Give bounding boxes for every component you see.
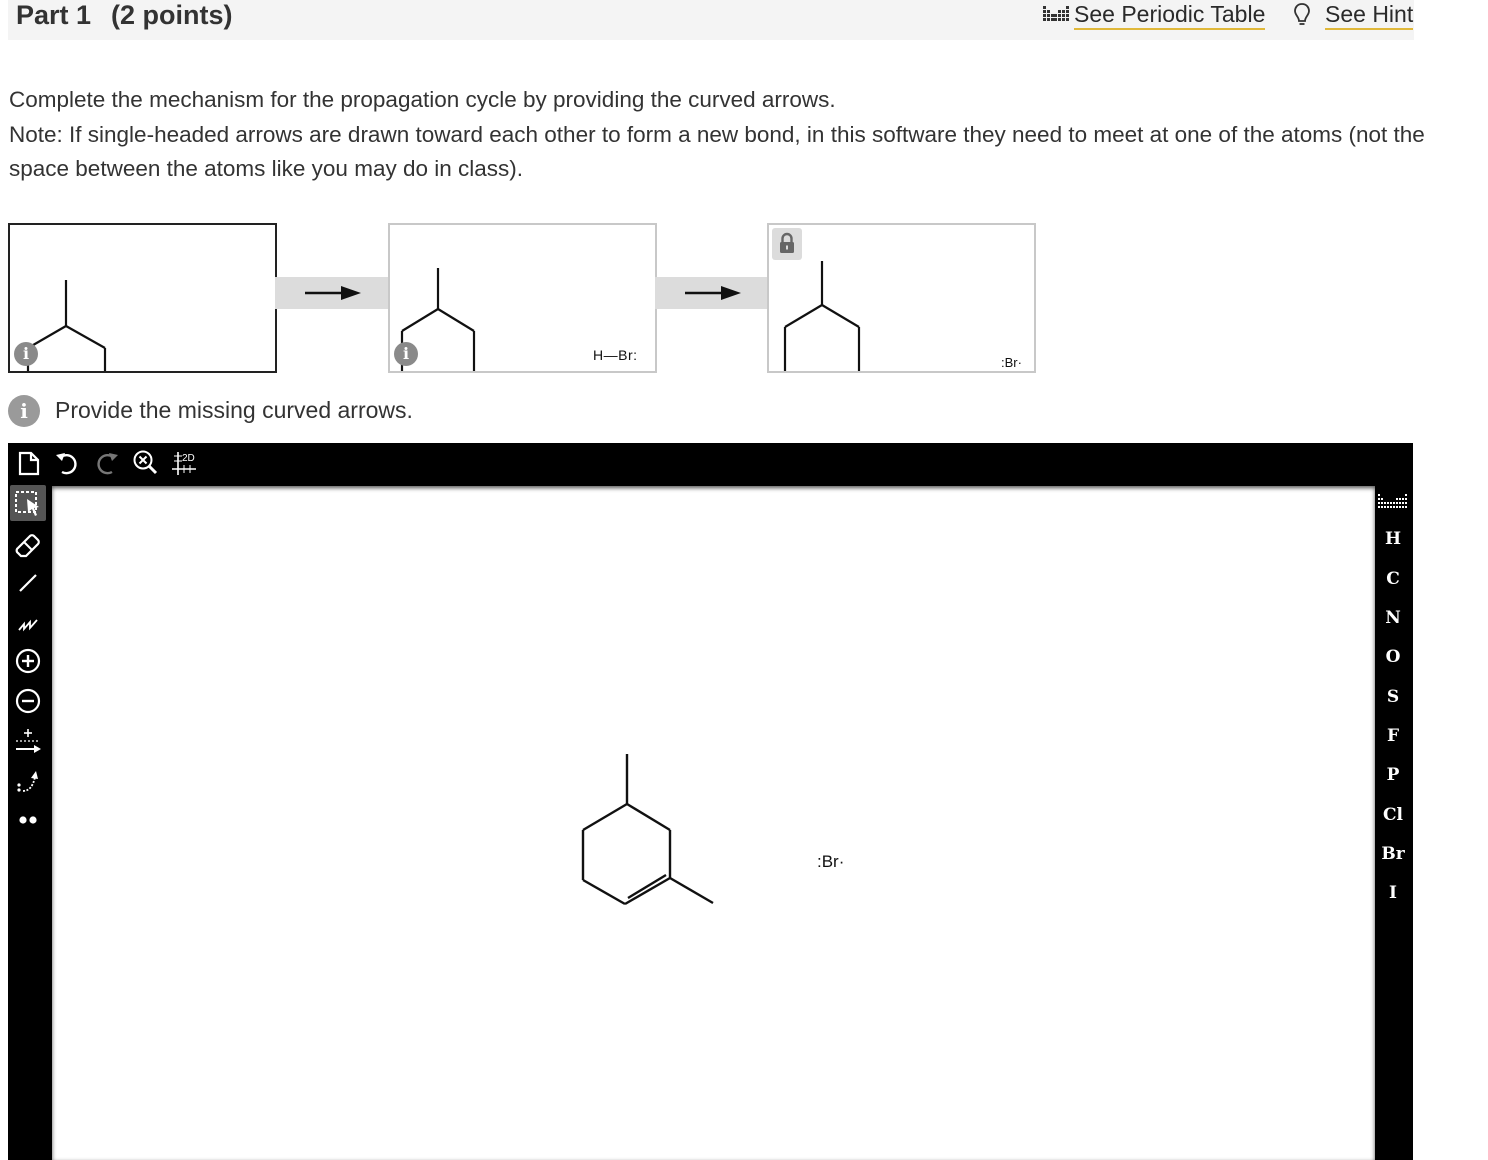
- drawing-canvas[interactable]: :Br·: [52, 486, 1375, 1160]
- part-label: Part 1: [16, 0, 92, 30]
- positive-charge-tool[interactable]: [10, 643, 46, 679]
- element-o[interactable]: O: [1375, 642, 1411, 672]
- step-3-structure: [783, 261, 861, 371]
- lightbulb-icon[interactable]: [1293, 2, 1311, 33]
- chain-icon: [18, 619, 38, 632]
- element-cl[interactable]: Cl: [1375, 800, 1411, 830]
- element-h[interactable]: H: [1375, 524, 1411, 554]
- part-title: Part 1 (2 points): [16, 0, 233, 30]
- redo-icon: [97, 453, 118, 475]
- lock-icon: [772, 228, 802, 260]
- instruction-note: Note: If single-headed arrows are drawn …: [9, 121, 1425, 182]
- info-icon: i: [8, 395, 40, 427]
- electron-arrow-tool[interactable]: [10, 723, 46, 759]
- element-s[interactable]: S: [1375, 682, 1411, 712]
- mechanism-step-3-panel[interactable]: :Br·: [767, 223, 1036, 373]
- step-1-info-icon[interactable]: i: [14, 342, 38, 366]
- mechanism-step-1-panel[interactable]: i: [8, 223, 277, 373]
- chain-tool[interactable]: [10, 604, 46, 640]
- zoom-reset-icon: [133, 450, 158, 475]
- electron-arrow-icon: [16, 729, 41, 753]
- structure-editor: 2D H C N O S F P Cl Br I:Br·: [8, 443, 1413, 1160]
- new-document-icon: [18, 451, 40, 476]
- hint-text: Provide the missing curved arrows.: [55, 397, 413, 423]
- mechanism-step-2-panel[interactable]: i H—Br:: [388, 223, 657, 373]
- lone-pair-icon: [19, 816, 37, 824]
- selection-icon: [15, 491, 39, 516]
- clean-2d-icon: 2D: [172, 452, 196, 475]
- undo-icon: [56, 453, 77, 475]
- plus-charge-icon: [15, 648, 41, 674]
- single-bond-tool[interactable]: [10, 565, 46, 601]
- element-p[interactable]: P: [1375, 760, 1411, 790]
- clean-2d-label: 2D: [182, 453, 195, 464]
- periodic-table-palette-icon[interactable]: [1378, 493, 1408, 511]
- see-periodic-table-link[interactable]: See Periodic Table: [1074, 0, 1266, 30]
- methylcyclohexene-structure[interactable]: [52, 486, 1375, 1160]
- curved-arrow-tool[interactable]: [10, 763, 46, 799]
- redo-button[interactable]: [92, 448, 122, 478]
- see-hint-link[interactable]: See Hint: [1325, 0, 1414, 30]
- hbr-label: H—Br:: [593, 347, 638, 363]
- zoom-reset-button[interactable]: [130, 448, 160, 478]
- eraser-tool[interactable]: [10, 526, 46, 562]
- element-br[interactable]: Br: [1375, 839, 1411, 869]
- periodic-table-icon[interactable]: [1043, 4, 1069, 29]
- element-n[interactable]: N: [1375, 603, 1411, 633]
- element-f[interactable]: F: [1375, 721, 1411, 751]
- new-document-button[interactable]: [14, 448, 44, 478]
- curved-arrow-icon: [17, 771, 38, 792]
- step-1-structure: [26, 280, 107, 371]
- eraser-icon: [15, 534, 40, 558]
- reaction-arrow-2: [655, 277, 768, 309]
- selection-tool[interactable]: [10, 485, 46, 521]
- undo-button[interactable]: [52, 448, 82, 478]
- canvas-br-radical[interactable]: :Br·: [817, 852, 844, 872]
- element-i[interactable]: I: [1375, 878, 1411, 908]
- clean-2d-button[interactable]: 2D: [170, 448, 200, 478]
- negative-charge-tool[interactable]: [10, 683, 46, 719]
- single-bond-icon: [19, 574, 37, 592]
- lone-pair-tool[interactable]: [10, 801, 46, 837]
- points-label: (2 points): [111, 0, 233, 30]
- element-c[interactable]: C: [1375, 564, 1411, 594]
- instructions: Complete the mechanism for the propagati…: [9, 83, 1429, 187]
- instruction-line-1: Complete the mechanism for the propagati…: [9, 87, 836, 112]
- step-2-info-icon[interactable]: i: [394, 342, 418, 366]
- reaction-arrow-1: [275, 277, 388, 309]
- br-radical-label: :Br·: [1001, 355, 1022, 370]
- minus-charge-icon: [15, 688, 41, 714]
